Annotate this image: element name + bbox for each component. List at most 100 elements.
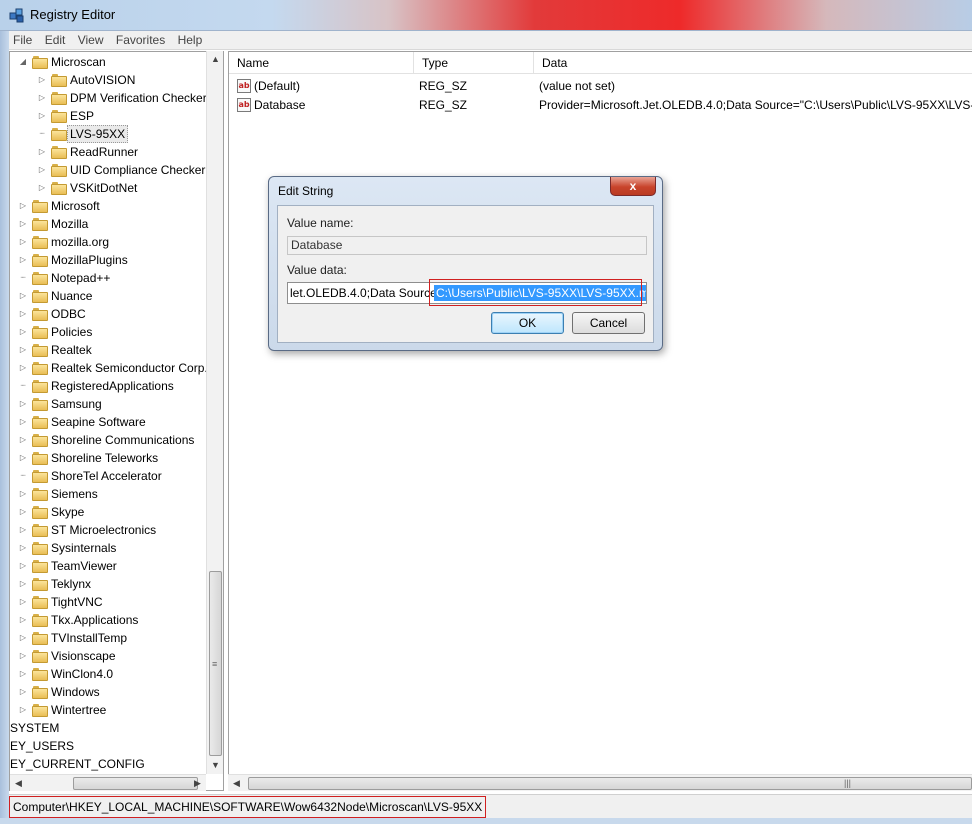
tree-key-item[interactable]: ▷ Skype <box>18 503 223 521</box>
tree-key-item[interactable]: ▷ Shoreline Teleworks <box>18 449 223 467</box>
expand-arrow-icon[interactable]: ▷ <box>18 233 28 251</box>
tree-key-item[interactable]: ▷ Policies <box>18 323 223 341</box>
ok-button[interactable]: OK <box>491 312 564 334</box>
tree-key-item[interactable]: ▷ WinClon4.0 <box>18 665 223 683</box>
expand-arrow-icon[interactable]: ▷ <box>18 251 28 269</box>
tree-scroll-thumb[interactable]: ≡ <box>209 571 222 756</box>
list-horizontal-scrollbar[interactable]: ◀ ||| <box>228 774 972 791</box>
tree-key-item[interactable]: ▷ Siemens <box>18 485 223 503</box>
expand-arrow-icon[interactable]: ▷ <box>18 683 28 701</box>
title-bar[interactable]: Registry Editor <box>0 0 972 31</box>
expand-arrow-icon[interactable]: ▷ <box>37 107 47 125</box>
collapse-arrow-icon[interactable]: ◢ <box>18 53 28 71</box>
registry-values-list[interactable]: Name Type Data ab (Default) REG_SZ (valu… <box>228 51 972 791</box>
expand-arrow-icon[interactable]: ▷ <box>18 395 28 413</box>
expand-arrow-icon[interactable]: ▷ <box>18 665 28 683</box>
tree-hscroll-thumb[interactable] <box>73 777 198 790</box>
tree-key-item[interactable]: ▷ Windows <box>18 683 223 701</box>
expand-arrow-icon[interactable]: ▷ <box>37 161 47 179</box>
expand-arrow-icon[interactable]: ▷ <box>18 521 28 539</box>
value-row[interactable]: ab (Default) REG_SZ (value not set) <box>229 77 972 96</box>
expand-arrow-icon[interactable]: ▷ <box>18 197 28 215</box>
expand-arrow-icon[interactable]: ▷ <box>18 449 28 467</box>
expand-arrow-icon[interactable]: ▷ <box>18 503 28 521</box>
expand-arrow-icon[interactable]: ▷ <box>18 287 28 305</box>
tree-key-item[interactable]: EY_CURRENT_CONFIG <box>10 755 223 773</box>
scroll-left-arrow-icon[interactable]: ◀ <box>228 775 245 792</box>
registry-key-tree[interactable]: ◢ Microscan ▷ AutoVISION ▷ DPM Verification C… <box>9 51 224 791</box>
tree-key-item[interactable]: ▷ Realtek Semiconductor Corp. <box>18 359 223 377</box>
scroll-down-arrow-icon[interactable]: ▼ <box>207 757 224 774</box>
expand-arrow-icon[interactable]: ▷ <box>18 215 28 233</box>
tree-key-item[interactable]: ▷ Teklynx <box>18 575 223 593</box>
column-header-data[interactable]: Data <box>534 52 972 74</box>
tree-key-item[interactable]: ▷ Sysinternals <box>18 539 223 557</box>
tree-key-item[interactable]: ▷ ST Microelectronics <box>18 521 223 539</box>
close-button[interactable]: x <box>610 177 656 196</box>
expand-arrow-icon[interactable]: ▷ <box>18 431 28 449</box>
tree-key-item[interactable]: ▷ Seapine Software <box>18 413 223 431</box>
tree-key-item[interactable]: ▷ VSKitDotNet <box>37 179 223 197</box>
tree-key-item[interactable]: ┈ RegisteredApplications <box>18 377 223 395</box>
tree-key-item[interactable]: ▷ Nuance <box>18 287 223 305</box>
tree-key-item[interactable]: ▷ AutoVISION <box>37 71 223 89</box>
scroll-up-arrow-icon[interactable]: ▲ <box>207 51 224 68</box>
tree-key-item[interactable]: ▷ Visionscape <box>18 647 223 665</box>
tree-key-item[interactable]: ▷ UID Compliance Checker <box>37 161 223 179</box>
tree-key-item[interactable]: ▷ Realtek <box>18 341 223 359</box>
value-row[interactable]: ab Database REG_SZ Provider=Microsoft.Je… <box>229 96 972 115</box>
column-header-type[interactable]: Type <box>414 52 534 74</box>
tree-key-item[interactable]: ▷ DPM Verification Checker <box>37 89 223 107</box>
expand-arrow-icon[interactable]: ▷ <box>18 341 28 359</box>
menu-file[interactable]: File <box>9 31 36 49</box>
tree-key-item[interactable]: ▷ Mozilla <box>18 215 223 233</box>
expand-arrow-icon[interactable]: ▷ <box>37 143 47 161</box>
expand-arrow-icon[interactable]: ▷ <box>18 557 28 575</box>
menu-view[interactable]: View <box>74 31 108 49</box>
tree-key-item[interactable]: ▷ Tkx.Applications <box>18 611 223 629</box>
tree-key-item[interactable]: ┈ LVS-95XX <box>37 125 223 143</box>
tree-key-item[interactable]: ▷ Shoreline Communications <box>18 431 223 449</box>
tree-key-item[interactable]: ▷ Wintertree <box>18 701 223 719</box>
menu-edit[interactable]: Edit <box>41 31 70 49</box>
expand-arrow-icon[interactable]: ▷ <box>18 305 28 323</box>
tree-key-item[interactable]: ▷ ReadRunner <box>37 143 223 161</box>
tree-key-item[interactable]: ▷ MozillaPlugins <box>18 251 223 269</box>
cancel-button[interactable]: Cancel <box>572 312 645 334</box>
scroll-right-arrow-icon[interactable]: ▶ <box>189 775 206 792</box>
list-hscroll-thumb[interactable]: ||| <box>248 777 972 790</box>
menu-favorites[interactable]: Favorites <box>112 31 169 49</box>
expand-arrow-icon[interactable]: ▷ <box>18 593 28 611</box>
expand-arrow-icon[interactable]: ▷ <box>37 89 47 107</box>
expand-arrow-icon[interactable]: ▷ <box>18 323 28 341</box>
expand-arrow-icon[interactable]: ▷ <box>18 611 28 629</box>
tree-vertical-scrollbar[interactable]: ▲ ≡ ▼ <box>206 51 223 774</box>
tree-key-item[interactable]: ▷ TightVNC <box>18 593 223 611</box>
tree-key-item[interactable]: ┈ Notepad++ <box>18 269 223 287</box>
expand-arrow-icon[interactable]: ▷ <box>18 539 28 557</box>
menu-help[interactable]: Help <box>174 31 207 49</box>
expand-arrow-icon[interactable]: ▷ <box>37 179 47 197</box>
expand-arrow-icon[interactable]: ▷ <box>18 485 28 503</box>
tree-key-item[interactable]: ▷ mozilla.org <box>18 233 223 251</box>
expand-arrow-icon[interactable]: ▷ <box>18 701 28 719</box>
tree-key-item[interactable]: SYSTEM <box>10 719 223 737</box>
tree-key-item[interactable]: ┈ ShoreTel Accelerator <box>18 467 223 485</box>
expand-arrow-icon[interactable]: ▷ <box>37 71 47 89</box>
tree-key-item[interactable]: ▷ TVInstallTemp <box>18 629 223 647</box>
expand-arrow-icon[interactable]: ▷ <box>18 647 28 665</box>
tree-key-item[interactable]: ◢ Microscan <box>18 53 223 71</box>
scroll-left-arrow-icon[interactable]: ◀ <box>10 775 27 792</box>
tree-key-item[interactable]: EY_USERS <box>10 737 223 755</box>
tree-key-item[interactable]: ▷ Samsung <box>18 395 223 413</box>
expand-arrow-icon[interactable]: ▷ <box>18 413 28 431</box>
tree-horizontal-scrollbar[interactable]: ◀ ▶ <box>10 774 206 791</box>
expand-arrow-icon[interactable]: ▷ <box>18 575 28 593</box>
expand-arrow-icon[interactable]: ▷ <box>18 629 28 647</box>
tree-key-item[interactable]: ▷ TeamViewer <box>18 557 223 575</box>
expand-arrow-icon[interactable]: ▷ <box>18 359 28 377</box>
column-header-name[interactable]: Name <box>229 52 414 74</box>
tree-key-item[interactable]: ▷ ESP <box>37 107 223 125</box>
tree-key-item[interactable]: ▷ ODBC <box>18 305 223 323</box>
tree-key-item[interactable]: ▷ Microsoft <box>18 197 223 215</box>
